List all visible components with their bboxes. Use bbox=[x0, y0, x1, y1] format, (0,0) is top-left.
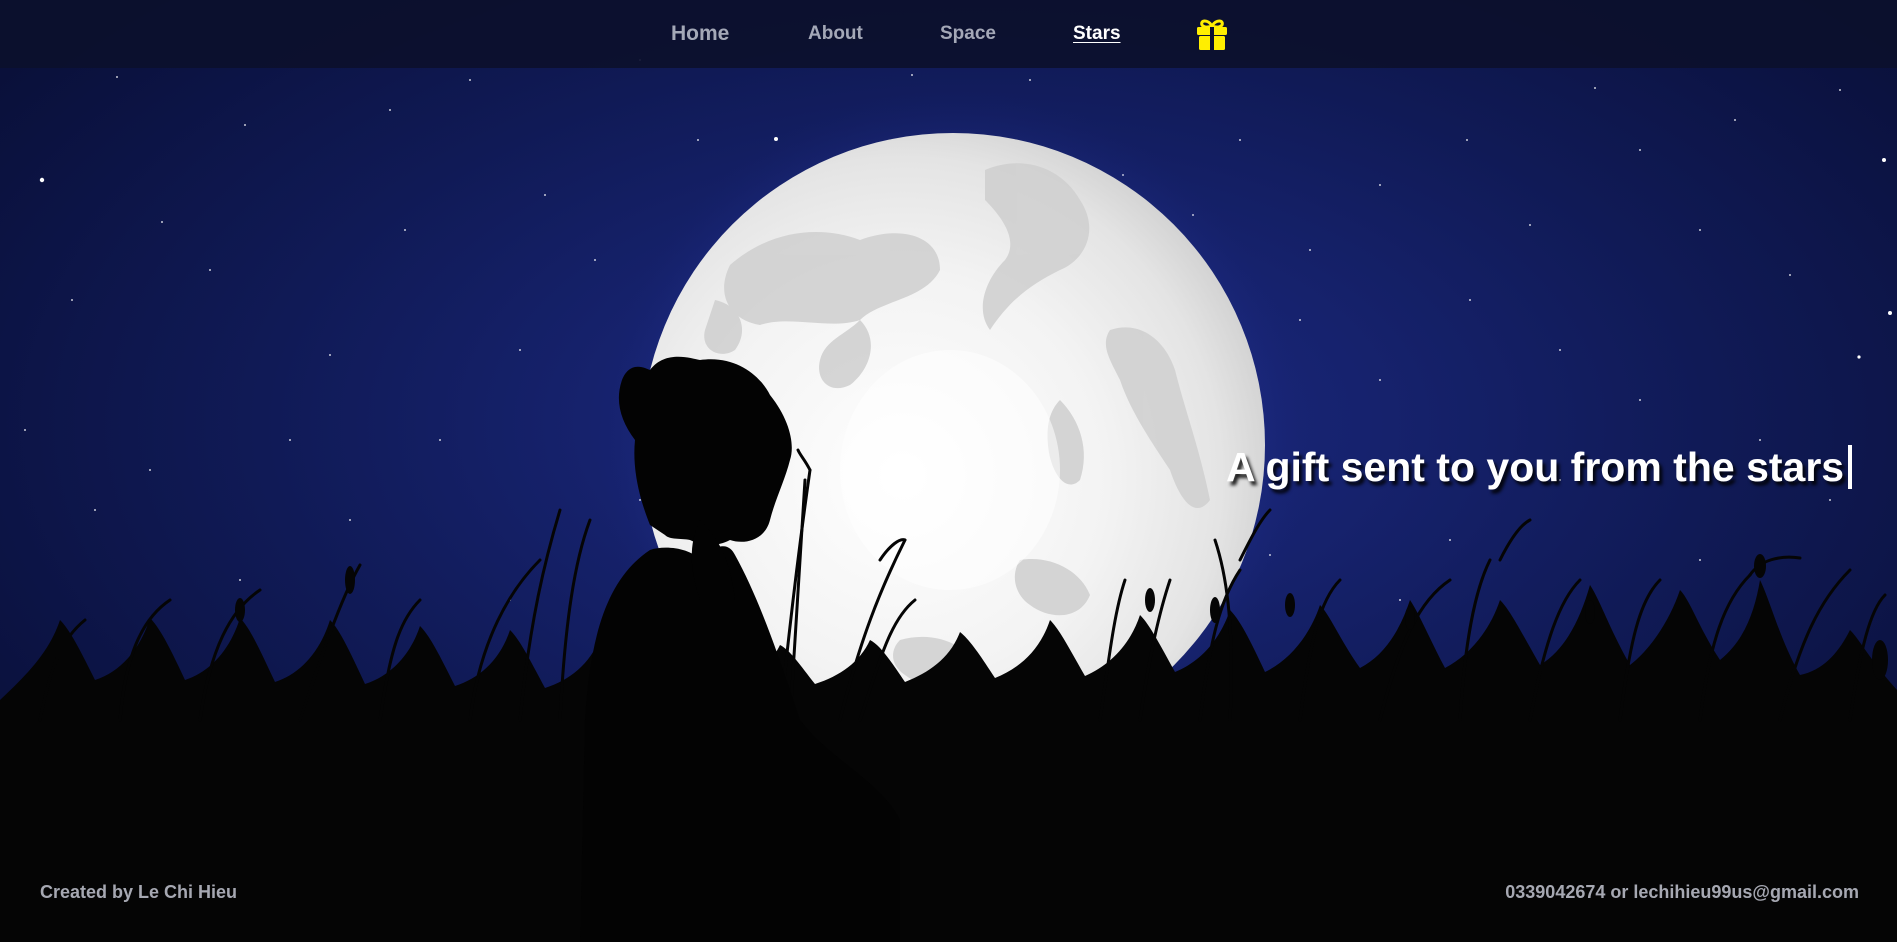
nav-space-link[interactable]: Space bbox=[940, 0, 996, 68]
footer-credit: Created by Le Chi Hieu bbox=[40, 882, 238, 902]
hero-page: Home About Space Stars A gift sent to yo… bbox=[0, 0, 1897, 942]
footer-contact[interactable]: 0339042674 or lechihieu99us@gmail.com bbox=[1505, 882, 1859, 903]
nav-stars-link[interactable]: Stars bbox=[1073, 0, 1121, 68]
gift-icon bbox=[1197, 19, 1227, 50]
typing-caret bbox=[1848, 445, 1853, 489]
nav-home-link[interactable]: Home bbox=[671, 0, 729, 68]
nav-about-link[interactable]: About bbox=[808, 0, 863, 68]
gift-button[interactable] bbox=[1196, 17, 1228, 51]
hero-headline-text: A gift sent to you from the stars bbox=[1226, 444, 1845, 490]
top-navigation: Home About Space Stars bbox=[0, 0, 1897, 68]
hero-headline: A gift sent to you from the stars bbox=[1226, 444, 1853, 491]
